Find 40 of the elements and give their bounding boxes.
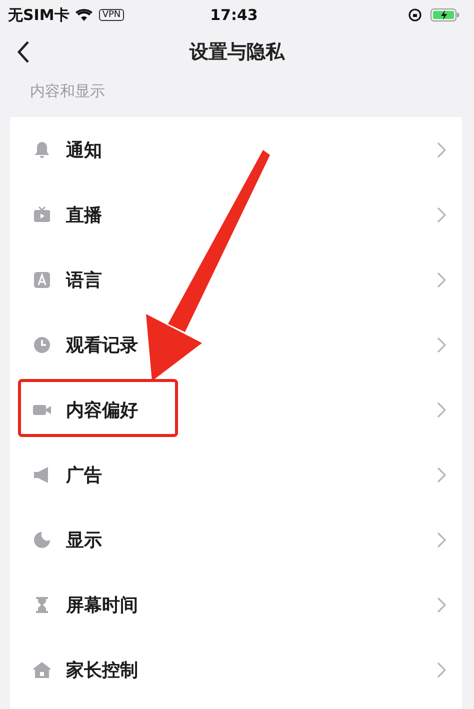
item-label: 内容偏好 (66, 398, 139, 422)
item-label: 直播 (66, 204, 103, 226)
item-label: 观看记录 (66, 334, 139, 356)
chevron-icon (437, 662, 446, 678)
item-label: 语言 (66, 268, 103, 292)
settings-item[interactable]: 广告 (10, 442, 462, 507)
chevron-icon (437, 142, 446, 158)
house-icon (32, 660, 52, 680)
bell-icon (32, 140, 52, 160)
settings-item[interactable]: 直播 (10, 182, 462, 247)
rotation-lock-icon (408, 8, 422, 22)
section-title: 内容和显示 (29, 81, 106, 102)
item-label: 广告 (66, 464, 103, 486)
chevron-icon (437, 466, 446, 482)
wifi-icon (75, 8, 94, 22)
chevron-icon (437, 596, 446, 612)
chevron-icon (437, 272, 446, 288)
page-title: 设置与隐私 (190, 40, 284, 65)
settings-item[interactable]: 通知 (10, 117, 462, 182)
item-label: 通知 (66, 138, 103, 162)
carrier-text: 无SIM卡 (8, 6, 70, 24)
item-label: 屏幕时间 (66, 594, 139, 616)
item-label: 显示 (66, 528, 103, 552)
settings-item[interactable]: 观看记录 (10, 312, 462, 377)
clock-icon (32, 334, 52, 354)
vpn-badge: VPN (99, 9, 124, 21)
moon-icon (32, 530, 52, 550)
tv-icon (32, 204, 52, 224)
language-icon (32, 270, 52, 290)
back-icon[interactable] (16, 40, 30, 64)
settings-item[interactable]: 家长控制 (10, 637, 462, 702)
settings-item[interactable]: 显示 (10, 507, 462, 572)
settings-item[interactable]: 内容偏好 (10, 377, 462, 442)
settings-item[interactable]: 屏幕时间 (10, 572, 462, 637)
chevron-icon (437, 532, 446, 548)
item-label: 家长控制 (66, 658, 139, 682)
clock-time: 17:43 (209, 6, 259, 24)
chevron-icon (437, 336, 446, 352)
chevron-icon (437, 402, 446, 418)
chevron-icon (437, 206, 446, 222)
